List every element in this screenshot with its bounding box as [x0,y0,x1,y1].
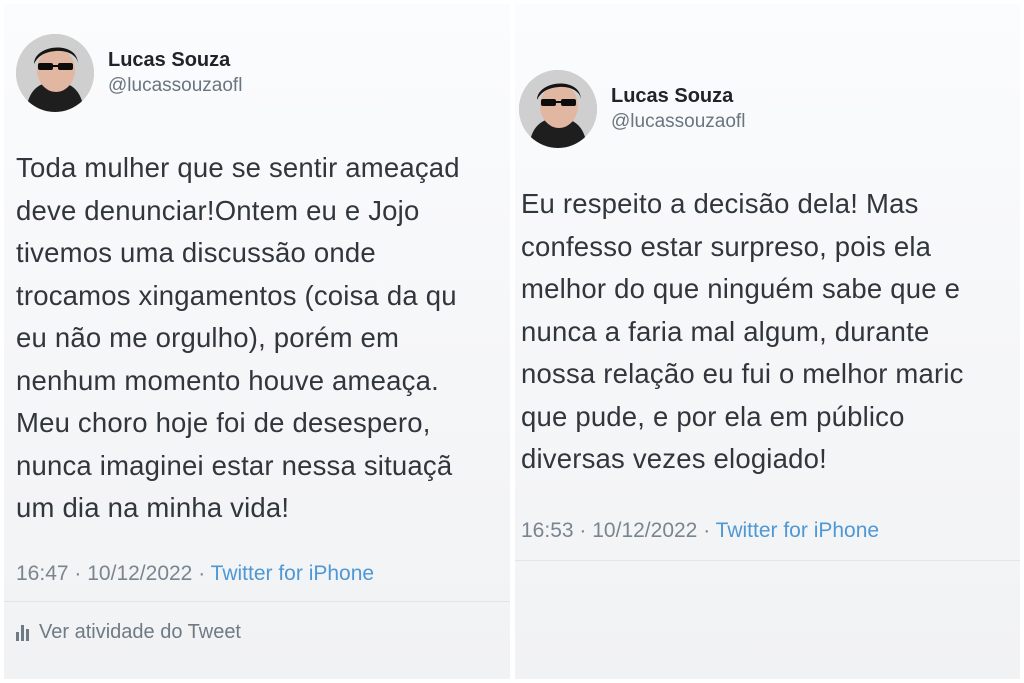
meta-dot: · [703,519,711,542]
avatar-sunglasses-icon [519,70,597,148]
tweet-text-line: confesso estar surpreso, pois ela [521,230,932,262]
bar-chart-icon [16,624,29,641]
meta-dot: · [198,562,206,585]
divider [4,601,510,602]
view-tweet-activity-button[interactable]: Ver atividade do Tweet [16,621,241,644]
tweet-text-line: deve denunciar!Ontem eu e Jojo [16,194,420,226]
tweet-text: Toda mulher que se sentir ameaçad deve d… [16,147,460,530]
tweet-text-line: tivemos uma discussão onde [16,237,376,268]
tweet-header: Lucas Souza @lucassouzaofl [519,70,745,148]
tweet-text-line: nunca a faria mal algum, durante [521,315,930,347]
tweet-time[interactable]: 16:47 [16,562,69,585]
tweet-meta: 16:53 · 10/12/2022 · Twitter for iPhone [521,519,879,543]
tweet-text-line: Toda mulher que se sentir ameaçad [16,152,460,183]
tweet-source-link[interactable]: Twitter for iPhone [716,519,879,542]
tweet-text-line: eu não me orgulho), porém em [16,322,400,353]
tweet-header: Lucas Souza @lucassouzaofl [16,34,242,112]
author-names: Lucas Souza @lucassouzaofl [611,83,745,135]
author-handle[interactable]: @lucassouzaofl [611,109,745,135]
tweet-text-line: diversas vezes elogiado! [521,443,827,474]
tweet-text-line: um dia na minha vida! [16,492,290,523]
avatar[interactable] [16,34,94,112]
avatar-sunglasses-icon [16,34,94,112]
meta-dot: · [579,519,587,542]
tweet-time[interactable]: 16:53 [521,519,574,542]
author-names: Lucas Souza @lucassouzaofl [108,47,242,99]
tweet-text-line: trocamos xingamentos (coisa da qu [16,279,457,311]
tweet-date[interactable]: 10/12/2022 [592,519,697,542]
author-handle[interactable]: @lucassouzaofl [108,73,242,99]
tweet-text-line: Eu respeito a decisão dela! Mas [521,188,919,219]
tweet-text: Eu respeito a decisão dela! Mas confesso… [521,183,964,481]
tweet-text-line: nenhum momento houve ameaça. [16,364,439,396]
avatar[interactable] [519,70,597,148]
tweet-text-line: nunca imaginei estar nessa situaçã [16,449,453,481]
tweet-date[interactable]: 10/12/2022 [87,562,192,585]
author-name[interactable]: Lucas Souza [108,47,242,73]
tweet-text-line: nossa relação eu fui o melhor maric [521,358,964,389]
view-tweet-activity-label: Ver atividade do Tweet [39,621,241,643]
divider [515,560,1020,561]
tweet-source-link[interactable]: Twitter for iPhone [211,562,374,585]
meta-dot: · [74,562,82,585]
tweet-text-line: que pude, e por ela em público [521,400,905,432]
tweet-card-right: Lucas Souza @lucassouzaofl Eu respeito a… [515,4,1020,679]
tweet-text-line: melhor do que ninguém sabe que e [521,273,961,304]
tweet-meta: 16:47 · 10/12/2022 · Twitter for iPhone [16,562,374,586]
tweet-card-left: Lucas Souza @lucassouzaofl Toda mulher q… [4,4,510,679]
author-name[interactable]: Lucas Souza [611,83,745,109]
screenshot-collage: Lucas Souza @lucassouzaofl Toda mulher q… [0,0,1024,683]
tweet-text-line: Meu choro hoje foi de desespero, [16,407,431,438]
